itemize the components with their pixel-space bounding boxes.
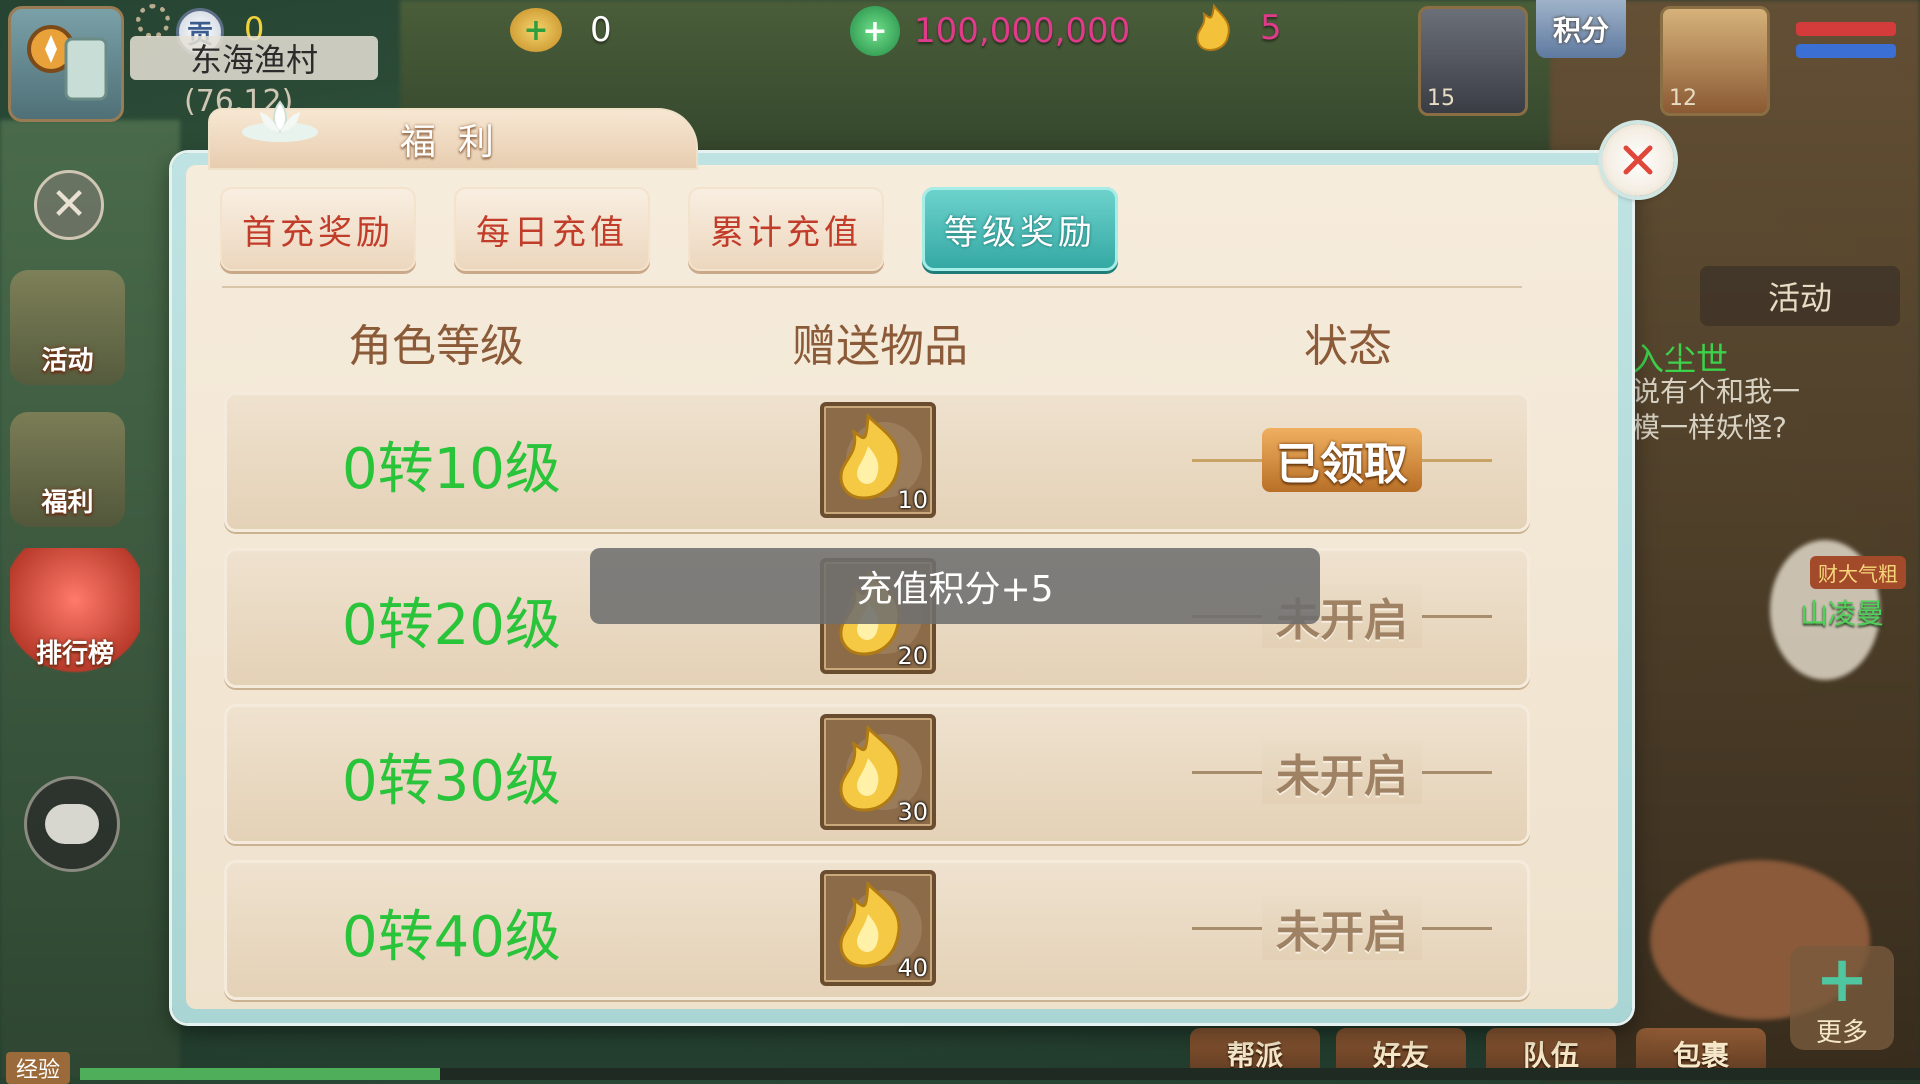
tab-label: 等级奖励 — [944, 212, 1096, 253]
lotus-icon — [242, 100, 318, 142]
hero-level: 12 — [1669, 86, 1697, 111]
close-icon — [1623, 145, 1653, 175]
item-count: 10 — [897, 486, 928, 514]
right-tab-label: 活动 — [1767, 279, 1832, 317]
header-divider — [222, 286, 1522, 288]
quest-dialog: 说有个和我一模一样妖怪? — [1632, 375, 1801, 444]
right-tab-activity[interactable]: 活动 — [1700, 266, 1900, 326]
close-button[interactable] — [1602, 124, 1674, 196]
row-level: 0转20级 — [342, 593, 561, 658]
status-badge: 未开启 — [1192, 896, 1492, 960]
tab-daily-recharge[interactable]: 每日充值 — [454, 187, 650, 271]
pet-level: 15 — [1427, 86, 1455, 111]
activity-label: 活动 — [41, 346, 94, 376]
reward-item[interactable]: 40 — [820, 870, 936, 986]
pet-portrait[interactable]: 15 — [1418, 6, 1528, 116]
dialog-title: 福利 — [400, 122, 517, 163]
reward-row: 0转30级 30 未开启 — [224, 704, 1530, 844]
toast-notification: 充值积分+5 — [590, 548, 1320, 624]
ingot-amount: 0 — [590, 10, 612, 50]
reward-row: 0转10级 10 已领取 — [224, 392, 1530, 532]
col-header-items: 赠送物品 — [792, 321, 968, 372]
chat-button[interactable] — [24, 776, 120, 872]
row-level: 0转30级 — [342, 749, 561, 814]
status-label: 未开启 — [1262, 740, 1422, 804]
more-label: 更多 — [1815, 1017, 1868, 1048]
status-label: 已领取 — [1262, 428, 1422, 492]
compass-icon — [27, 25, 108, 101]
reward-item[interactable]: 10 — [820, 402, 936, 518]
ingot-resource[interactable]: + 0 — [510, 8, 612, 52]
toast-text: 充值积分+5 — [856, 569, 1054, 610]
map-name: 东海渔村 — [189, 41, 318, 79]
npc-name[interactable]: 山凌曼 — [1800, 592, 1884, 632]
score-button[interactable]: 积分 — [1536, 0, 1626, 58]
collapse-button[interactable]: ✕ — [34, 170, 104, 240]
score-label: 积分 — [1552, 14, 1609, 47]
col-header-status: 状态 — [1304, 321, 1392, 372]
item-count: 20 — [897, 642, 928, 670]
close-icon: ✕ — [50, 179, 88, 230]
activity-button[interactable]: 活动 — [10, 270, 125, 385]
reward-item[interactable]: 30 — [820, 714, 936, 830]
chat-bubble-icon — [45, 804, 99, 844]
tab-level-reward[interactable]: 等级奖励 — [922, 187, 1118, 271]
map-name-plate: 东海渔村 — [130, 36, 378, 80]
welfare-label: 福利 — [41, 488, 94, 518]
exp-bar — [80, 1068, 1920, 1080]
item-count: 30 — [897, 798, 928, 826]
map-button[interactable] — [8, 6, 124, 122]
gear-icon[interactable] — [136, 4, 170, 38]
welfare-button[interactable]: 福利 — [10, 412, 125, 527]
hero-hp-bar — [1796, 22, 1896, 36]
row-level: 0转40级 — [342, 905, 561, 970]
jade-amount: 100,000,000 — [914, 11, 1131, 51]
flame-resource: 5 — [1188, 3, 1282, 52]
rank-button[interactable]: 排行榜 — [10, 548, 140, 678]
npc-tag: 财大气粗 — [1810, 556, 1906, 589]
tab-label: 累计充值 — [710, 212, 862, 253]
reward-row: 0转40级 40 未开启 — [224, 860, 1530, 1000]
status-label: 未开启 — [1262, 896, 1422, 960]
item-count: 40 — [897, 954, 928, 982]
flame-amount: 5 — [1260, 8, 1282, 48]
plus-icon: + — [1815, 942, 1869, 1017]
tab-cumulative-recharge[interactable]: 累计充值 — [688, 187, 884, 271]
tab-first-recharge[interactable]: 首充奖励 — [220, 187, 416, 271]
jade-resource[interactable]: + 100,000,000 — [850, 6, 1130, 56]
ingot-plus-icon: + — [510, 8, 562, 52]
tab-label: 首充奖励 — [242, 212, 394, 253]
hero-portrait[interactable]: 12 — [1660, 6, 1770, 116]
status-badge: 未开启 — [1192, 740, 1492, 804]
row-level: 0转10级 — [342, 437, 561, 502]
more-button[interactable]: + 更多 — [1790, 946, 1894, 1050]
exp-label: 经验 — [6, 1052, 71, 1084]
rank-label: 排行榜 — [35, 639, 114, 669]
tab-label: 每日充值 — [476, 212, 628, 253]
hero-mp-bar — [1796, 44, 1896, 58]
col-header-level: 角色等级 — [348, 321, 524, 372]
golden-flame-icon — [1188, 3, 1240, 52]
status-badge: 已领取 — [1192, 428, 1492, 492]
jade-plus-icon: + — [850, 6, 900, 56]
